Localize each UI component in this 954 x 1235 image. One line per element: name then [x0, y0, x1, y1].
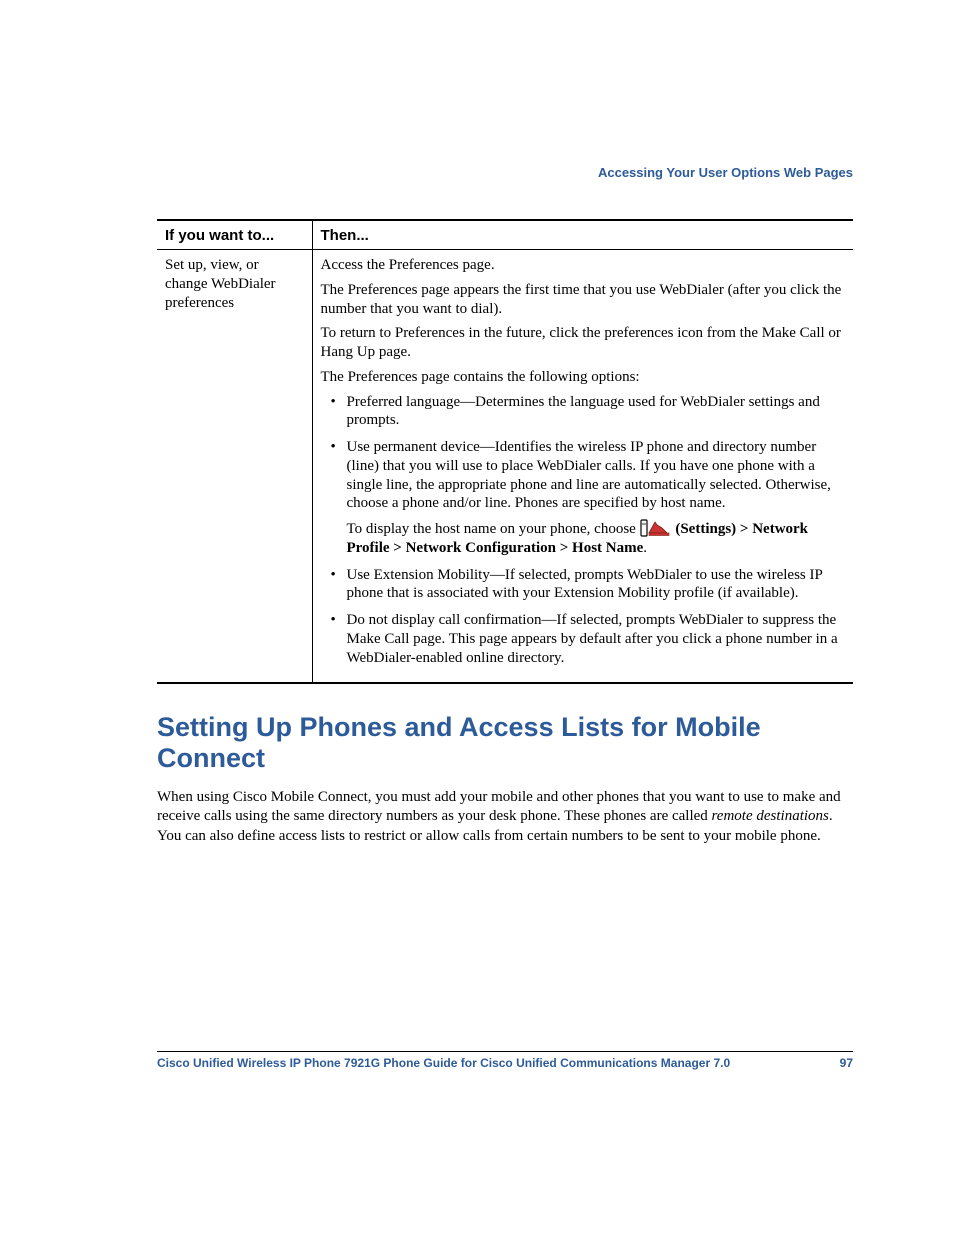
section-heading: Setting Up Phones and Access Lists for M… [157, 712, 853, 774]
settings-phone-icon [640, 519, 672, 537]
page-number: 97 [840, 1056, 853, 1070]
option-text: Use permanent device—Identifies the wire… [347, 439, 831, 511]
para-first-time: The Preferences page appears the first t… [321, 281, 846, 319]
section-paragraph: When using Cisco Mobile Connect, you mus… [157, 788, 853, 846]
para-access: Access the Preferences page. [321, 256, 846, 275]
col-header-then: Then... [312, 220, 853, 250]
col-header-if: If you want to... [157, 220, 312, 250]
subtext-pre: To display the host name on your phone, … [347, 521, 640, 537]
subtext-period: . [643, 540, 647, 556]
page-footer: Cisco Unified Wireless IP Phone 7921G Ph… [157, 1051, 853, 1070]
option-use-permanent-device: Use permanent device—Identifies the wire… [329, 438, 846, 566]
cell-then: Access the Preferences page. The Prefere… [312, 250, 853, 684]
footer-title: Cisco Unified Wireless IP Phone 7921G Ph… [157, 1056, 730, 1070]
option-extension-mobility: Use Extension Mobility—If selected, prom… [329, 566, 846, 612]
preferences-table: If you want to... Then... Set up, view, … [157, 219, 853, 684]
option-subtext: To display the host name on your phone, … [347, 519, 846, 558]
cell-if: Set up, view, or change WebDialer prefer… [157, 250, 312, 684]
running-header: Accessing Your User Options Web Pages [598, 165, 853, 180]
para-options-intro: The Preferences page contains the follow… [321, 368, 846, 387]
para-em: remote destinations [712, 808, 829, 824]
table-header-row: If you want to... Then... [157, 220, 853, 250]
option-no-confirmation: Do not display call confirmation—If sele… [329, 611, 846, 675]
table-row: Set up, view, or change WebDialer prefer… [157, 250, 853, 684]
option-preferred-language: Preferred language—Determines the langua… [329, 393, 846, 439]
page: Accessing Your User Options Web Pages If… [0, 0, 954, 1235]
options-list: Preferred language—Determines the langua… [321, 393, 846, 676]
para-return: To return to Preferences in the future, … [321, 324, 846, 362]
